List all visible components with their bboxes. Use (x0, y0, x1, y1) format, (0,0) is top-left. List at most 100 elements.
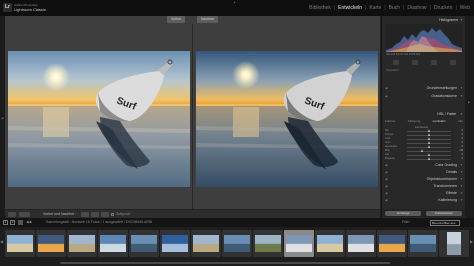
thumbnail[interactable] (408, 230, 438, 257)
thumbnail[interactable] (253, 230, 283, 257)
thumbnail[interactable] (222, 230, 252, 257)
slider-thumb[interactable] (427, 145, 430, 148)
tab-alle[interactable]: Alle (458, 119, 463, 124)
copy-after-to-before-icon[interactable] (101, 212, 109, 217)
module-buch[interactable]: Buch (389, 5, 400, 11)
thumbnail[interactable] (191, 230, 221, 257)
mask-tool-icon[interactable] (449, 60, 456, 65)
collapse-triangle-icon[interactable]: ▼ (460, 112, 463, 116)
previous-button[interactable]: Vorherige (385, 210, 421, 216)
module-diashow[interactable]: Diashow (407, 5, 426, 11)
panel-switch-icon[interactable]: ▼ (460, 184, 463, 188)
panel-switch-icon[interactable]: ▼ (460, 177, 463, 181)
left-panel-expand-icon[interactable]: ◀ (1, 116, 3, 120)
spot-removal-icon[interactable] (411, 60, 418, 65)
module-drucken[interactable]: Drucken (434, 5, 453, 11)
slider-value[interactable]: 0 (462, 129, 463, 132)
slider-track[interactable] (407, 141, 451, 144)
slider-track[interactable] (407, 129, 451, 132)
module-entwickeln[interactable]: Entwickeln (338, 5, 362, 11)
hsl-slider-row[interactable]: Magenta 0 (385, 157, 463, 161)
panel-switch-icon[interactable]: ▼ (460, 86, 463, 90)
module-bibliothek[interactable]: Bibliothek (309, 5, 331, 11)
loupe-view-icon[interactable] (8, 212, 16, 217)
crop-tool-icon[interactable] (392, 60, 399, 65)
reset-button[interactable]: Zurücksetzen (426, 210, 462, 216)
filmstrip-source[interactable]: Sammlungsstil : Nordsee 16 Fotos / 1 aus… (46, 220, 152, 224)
scroll-left-icon[interactable]: ◀ (0, 239, 3, 244)
panel-switch-icon[interactable]: ▼ (460, 94, 463, 98)
top-panel-collapse-icon[interactable]: ▲ (233, 0, 236, 4)
filmstrip-scroll-thumb[interactable] (60, 262, 390, 264)
thumbnail[interactable] (98, 230, 128, 257)
slider-value[interactable]: 0 (462, 153, 463, 156)
right-panel-collapse-icon[interactable]: ▶ (468, 100, 470, 104)
primary-window-button[interactable]: 1 (3, 220, 8, 225)
hsl-header[interactable]: HSL / Farbe ▼ (382, 111, 466, 118)
filmstrip-scrollbar[interactable] (0, 261, 474, 265)
module-web[interactable]: Web (460, 5, 470, 11)
slider-thumb[interactable] (427, 133, 430, 136)
nav-arrows-icon[interactable]: ◀ ▶ (26, 220, 32, 224)
slider-thumb[interactable] (427, 153, 430, 156)
section-grundeinstellungen[interactable]: ◀ Grundeinstellungen ▼ (382, 85, 466, 92)
slider-value[interactable]: 0 (462, 145, 463, 148)
slider-value[interactable]: 0 (462, 133, 463, 136)
grid-view-icon[interactable] (18, 220, 23, 225)
slider-thumb[interactable] (427, 137, 430, 140)
panel-switch-icon[interactable]: ▼ (460, 191, 463, 195)
slider-track[interactable] (407, 133, 451, 136)
histogram-header[interactable]: Histogramm ▼ (382, 18, 466, 23)
right-panel-edge[interactable] (465, 16, 474, 218)
slider-thumb[interactable] (427, 141, 430, 144)
softproof-checkbox[interactable] (111, 213, 114, 216)
slider-thumb[interactable] (427, 157, 430, 160)
thumbnail[interactable] (439, 230, 469, 257)
filter-dropdown[interactable]: Benutzerfilter aus (430, 219, 460, 226)
panel-switch-icon[interactable]: ▼ (460, 170, 463, 174)
slider-track[interactable] (407, 137, 451, 140)
panel-switch-icon[interactable]: ▼ (460, 163, 463, 167)
swap-settings-icon[interactable] (81, 212, 89, 217)
section-kalibrierung[interactable]: ◀ Kalibrierung ▼ (382, 197, 466, 204)
thumbnail[interactable] (160, 230, 190, 257)
panel-switch-icon[interactable]: ▼ (460, 198, 463, 202)
before-after-icon[interactable] (19, 212, 30, 217)
tab-saettigung[interactable]: Sättigung (408, 119, 421, 124)
slider-track[interactable] (407, 145, 451, 148)
section-objektivkorrekturen[interactable]: ◀ Objektivkorrekturen ▼ (382, 176, 466, 183)
tab-luminanz[interactable]: Luminanz (433, 119, 446, 124)
module-karte[interactable]: Karte (369, 5, 381, 11)
histogram[interactable] (386, 24, 462, 52)
section-details[interactable]: ◀ Details ▼ (382, 169, 466, 176)
thumbnail[interactable] (5, 230, 35, 257)
thumbnail[interactable] (67, 230, 97, 257)
slider-value[interactable]: -29 (459, 149, 463, 152)
section-color-grading[interactable]: ◀ Color Grading ▼ (382, 162, 466, 169)
red-eye-icon[interactable] (430, 60, 437, 65)
slider-thumb[interactable] (427, 129, 430, 132)
section-gradationskurve[interactable]: ◀ Gradationskurve ▼ (382, 93, 466, 100)
slider-value[interactable]: 0 (462, 157, 463, 160)
collapse-triangle-icon[interactable]: ▼ (460, 18, 463, 22)
slider-track[interactable] (407, 157, 451, 160)
before-photo[interactable]: Surf (8, 51, 190, 187)
copy-before-to-after-icon[interactable] (91, 212, 99, 217)
after-photo[interactable]: Surf (196, 51, 378, 187)
thumbnail[interactable] (129, 230, 159, 257)
secondary-window-button[interactable]: 2 (10, 220, 15, 225)
section-effekte[interactable]: ◀ Effekte ▼ (382, 190, 466, 197)
thumbnail[interactable] (377, 230, 407, 257)
slider-track[interactable] (407, 153, 451, 156)
slider-thumb[interactable] (421, 149, 424, 152)
section-transformieren[interactable]: ◀ Transformieren ▼ (382, 183, 466, 190)
thumbnail-selected[interactable] (284, 230, 314, 257)
slider-track[interactable] (407, 149, 451, 152)
slider-value[interactable]: 0 (462, 137, 463, 140)
slider-value[interactable]: 0 (462, 141, 463, 144)
thumbnail[interactable] (315, 230, 345, 257)
tab-farbton[interactable]: Farbton (385, 119, 395, 124)
thumbnail[interactable] (36, 230, 66, 257)
thumbnail[interactable] (346, 230, 376, 257)
scroll-right-icon[interactable]: ▶ (470, 239, 473, 244)
